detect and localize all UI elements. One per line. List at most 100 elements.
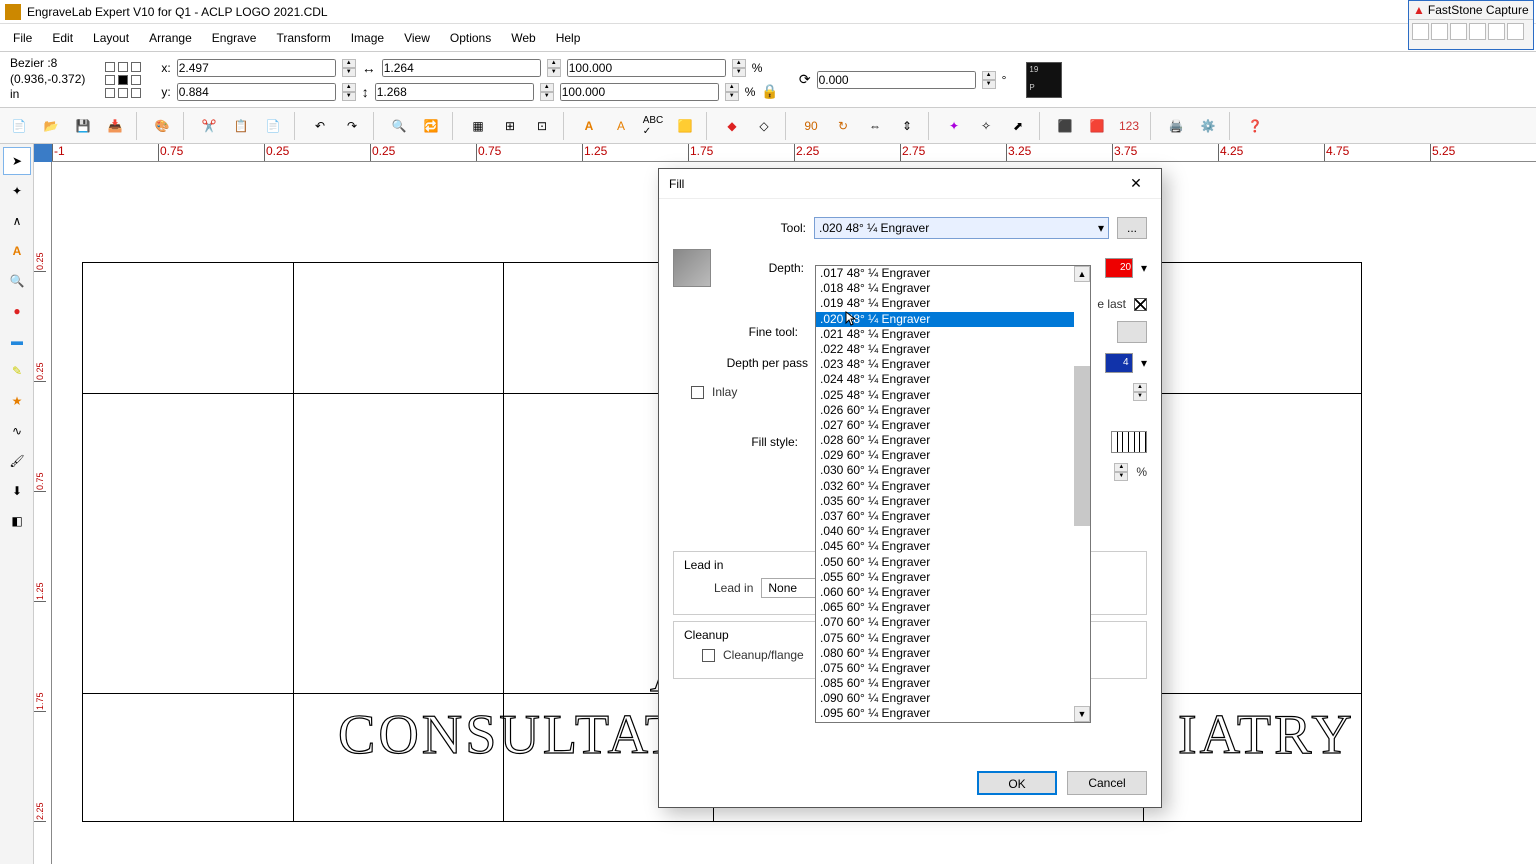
chevron-down-icon[interactable]: ▾ xyxy=(1141,261,1147,275)
tool-option[interactable]: .055 60° ¼ Engraver xyxy=(816,570,1074,585)
align-icon[interactable]: 123 xyxy=(1115,112,1143,140)
tool-option[interactable]: .020 48° ¼ Engraver xyxy=(816,312,1074,327)
tool-select[interactable]: .020 48° ¼ Engraver▾ xyxy=(814,217,1109,239)
sx-input[interactable] xyxy=(567,59,726,77)
ungroup-icon[interactable]: 🟥 xyxy=(1083,112,1111,140)
copy-icon[interactable]: 📋 xyxy=(227,112,255,140)
menu-edit[interactable]: Edit xyxy=(44,28,81,48)
x-spinner[interactable]: ▲▼ xyxy=(342,59,356,77)
w-input[interactable] xyxy=(382,59,541,77)
leadin-select[interactable]: None xyxy=(761,578,821,598)
menu-layout[interactable]: Layout xyxy=(85,28,137,48)
x-input[interactable] xyxy=(177,59,336,77)
rect-tool-icon[interactable]: ▬ xyxy=(3,327,31,355)
tool-option[interactable]: .026 60° ¼ Engraver xyxy=(816,403,1074,418)
scroll-up-icon[interactable]: ▲ xyxy=(1074,266,1090,282)
sx-spinner[interactable]: ▲▼ xyxy=(732,59,746,77)
ok-button[interactable]: OK xyxy=(977,771,1057,795)
shape-tool-icon[interactable]: ● xyxy=(3,297,31,325)
cleanup-checkbox[interactable] xyxy=(702,649,715,662)
cut-icon[interactable]: ✂️ xyxy=(195,112,223,140)
undo-icon[interactable]: ↶ xyxy=(306,112,334,140)
menu-arrange[interactable]: Arrange xyxy=(141,28,200,48)
menu-transform[interactable]: Transform xyxy=(268,28,338,48)
tool-option[interactable]: .021 48° ¼ Engraver xyxy=(816,327,1074,342)
depth-pass-swatch[interactable]: 4 xyxy=(1105,353,1133,373)
tool-option[interactable]: .040 60° ¼ Engraver xyxy=(816,524,1074,539)
menu-image[interactable]: Image xyxy=(343,28,392,48)
tool-option[interactable]: .025 48° ¼ Engraver xyxy=(816,388,1074,403)
menu-web[interactable]: Web xyxy=(503,28,543,48)
find-icon[interactable]: 🔍 xyxy=(385,112,413,140)
anchor-grid[interactable] xyxy=(105,62,141,98)
group-icon[interactable]: ⬛ xyxy=(1051,112,1079,140)
measure-tool-icon[interactable]: ∧ xyxy=(3,207,31,235)
node2-icon[interactable]: ✧ xyxy=(972,112,1000,140)
faststone-capture[interactable]: ▲FastStone Capture xyxy=(1408,0,1534,50)
snap-icon[interactable]: ⊞ xyxy=(496,112,524,140)
tool-option[interactable]: .022 48° ¼ Engraver xyxy=(816,342,1074,357)
tool-option[interactable]: .085 60° ¼ Engraver xyxy=(816,676,1074,691)
fs-btn-5[interactable] xyxy=(1488,23,1505,40)
open-icon[interactable]: 📂 xyxy=(37,112,65,140)
plugin-icon[interactable]: 🎨 xyxy=(148,112,176,140)
tool-option[interactable]: .029 60° ¼ Engraver xyxy=(816,448,1074,463)
fs-btn-3[interactable] xyxy=(1450,23,1467,40)
use-last-checkbox[interactable] xyxy=(1134,298,1147,311)
grid-icon[interactable]: ▦ xyxy=(464,112,492,140)
text-a-icon[interactable]: A xyxy=(575,112,603,140)
tool-browse-button[interactable]: ... xyxy=(1117,217,1147,239)
rot-spinner[interactable]: ▲▼ xyxy=(982,71,996,89)
tool-option[interactable]: .032 60° ¼ Engraver xyxy=(816,479,1074,494)
help-icon[interactable]: ❓ xyxy=(1241,112,1269,140)
style-spinner[interactable]: ▲▼ xyxy=(1114,463,1128,481)
curve-tool-icon[interactable]: ∿ xyxy=(3,417,31,445)
zoom-tool-icon[interactable]: 🔍 xyxy=(3,267,31,295)
tool-option[interactable]: .060 60° ¼ Engraver xyxy=(816,585,1074,600)
flip-h-icon[interactable]: ⇔ xyxy=(861,112,889,140)
lock-icon[interactable]: 🔒 xyxy=(761,83,778,100)
replace-icon[interactable]: 🔁 xyxy=(417,112,445,140)
brush-tool-icon[interactable]: 🖌 xyxy=(3,447,31,475)
chevron-down-icon[interactable]: ▾ xyxy=(1141,356,1147,370)
inlay-spinner[interactable]: ▲▼ xyxy=(1133,383,1147,401)
tool-option[interactable]: .037 60° ¼ Engraver xyxy=(816,509,1074,524)
sy-spinner[interactable]: ▲▼ xyxy=(725,83,739,101)
fs-btn-6[interactable] xyxy=(1507,23,1524,40)
special-icon[interactable]: 🟨 xyxy=(671,112,699,140)
tool-option[interactable]: .090 60° ¼ Engraver xyxy=(816,691,1074,706)
redo-icon[interactable]: ↷ xyxy=(338,112,366,140)
scroll-down-icon[interactable]: ▼ xyxy=(1074,706,1090,722)
menu-help[interactable]: Help xyxy=(548,28,589,48)
tool-option[interactable]: .023 48° ¼ Engraver xyxy=(816,357,1074,372)
fs-btn-1[interactable] xyxy=(1412,23,1429,40)
menu-view[interactable]: View xyxy=(396,28,438,48)
tool-option[interactable]: .070 60° ¼ Engraver xyxy=(816,615,1074,630)
center-icon[interactable]: ⊡ xyxy=(528,112,556,140)
y-input[interactable] xyxy=(177,83,336,101)
fs-btn-4[interactable] xyxy=(1469,23,1486,40)
rotate-cw-icon[interactable]: ↻ xyxy=(829,112,857,140)
text-outline-icon[interactable]: A xyxy=(607,112,635,140)
tool-dropdown[interactable]: .017 48° ¼ Engraver.018 48° ¼ Engraver.0… xyxy=(815,265,1091,723)
tool-option[interactable]: .080 60° ¼ Engraver xyxy=(816,646,1074,661)
w-spinner[interactable]: ▲▼ xyxy=(547,59,561,77)
sy-input[interactable] xyxy=(560,83,719,101)
compass-tool-icon[interactable]: ✦ xyxy=(3,177,31,205)
engrave-tool-icon[interactable]: ⬇ xyxy=(3,477,31,505)
menu-engrave[interactable]: Engrave xyxy=(204,28,265,48)
tool-option[interactable]: .045 60° ¼ Engraver xyxy=(816,539,1074,554)
close-button[interactable]: ✕ xyxy=(1121,169,1151,199)
tool-option[interactable]: .050 60° ¼ Engraver xyxy=(816,555,1074,570)
node-icon[interactable]: ✦ xyxy=(940,112,968,140)
fs-btn-2[interactable] xyxy=(1431,23,1448,40)
output-icon[interactable]: 🖨️ xyxy=(1162,112,1190,140)
save-icon[interactable]: 💾 xyxy=(69,112,97,140)
star-tool-icon[interactable]: ★ xyxy=(3,387,31,415)
fill-style-preview[interactable] xyxy=(1111,431,1147,453)
tool-option[interactable]: .028 60° ¼ Engraver xyxy=(816,433,1074,448)
inlay-checkbox[interactable] xyxy=(691,386,704,399)
tool-option[interactable]: .030 60° ¼ Engraver xyxy=(816,463,1074,478)
tool-option[interactable]: .075 60° ¼ Engraver xyxy=(816,661,1074,676)
tool-option[interactable]: .075 60° ¼ Engraver xyxy=(816,631,1074,646)
